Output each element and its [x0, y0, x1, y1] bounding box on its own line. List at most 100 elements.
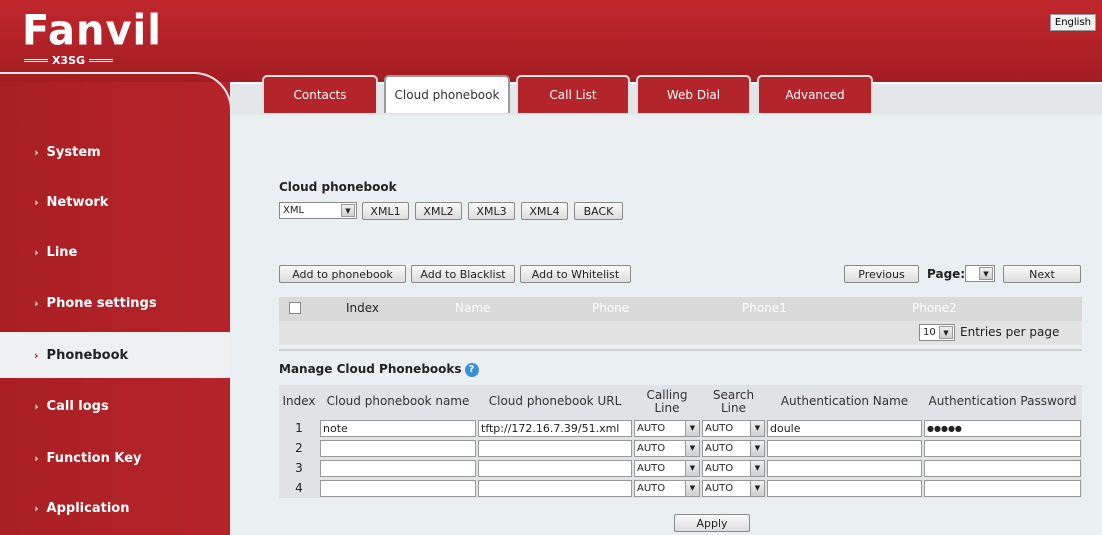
chevron-right-icon: › — [34, 501, 39, 515]
chevron-down-icon: ▼ — [750, 440, 764, 456]
table-row: 4 AUTO ▼ AUTO ▼ — [279, 478, 1082, 498]
sidebar-item-line[interactable]: › Line — [0, 230, 230, 274]
sidebar-item-system[interactable]: › System — [0, 130, 230, 174]
phonebook-name-field[interactable] — [320, 439, 476, 457]
calling-line-select[interactable]: AUTO ▼ — [634, 459, 700, 477]
chevron-down-icon: ▼ — [939, 326, 953, 339]
search-line-select[interactable]: AUTO ▼ — [702, 419, 765, 437]
phonebook-name-field[interactable] — [320, 459, 476, 477]
tab-cloud-phonebook[interactable]: Cloud phonebook — [384, 75, 510, 113]
row-index: 3 — [279, 458, 319, 478]
chevron-right-icon: › — [34, 451, 39, 465]
auth-password-field[interactable] — [924, 479, 1081, 497]
chevron-right-icon: › — [34, 195, 39, 209]
chevron-right-icon: › — [34, 145, 39, 159]
xml2-button[interactable]: XML2 — [415, 202, 462, 220]
table-row: 3 AUTO ▼ AUTO ▼ — [279, 458, 1082, 478]
xml3-button[interactable]: XML3 — [468, 202, 515, 220]
chevron-down-icon: ▼ — [685, 440, 699, 456]
back-button[interactable]: BACK — [574, 202, 623, 220]
table-row: 2 AUTO ▼ AUTO ▼ — [279, 438, 1082, 458]
tab-bar: Contacts Cloud phonebook Call List Web D… — [262, 75, 873, 113]
auth-password-field[interactable] — [924, 439, 1081, 457]
calling-line-select[interactable]: AUTO ▼ — [634, 439, 700, 457]
chevron-right-icon: › — [34, 296, 39, 310]
help-icon[interactable]: ? — [464, 362, 479, 377]
chevron-right-icon: › — [34, 399, 39, 413]
sidebar-item-phone-settings[interactable]: › Phone settings — [0, 281, 230, 325]
language-button[interactable]: English — [1049, 14, 1096, 31]
next-button[interactable]: Next — [1003, 265, 1081, 283]
search-line-select[interactable]: AUTO ▼ — [702, 459, 765, 477]
sidebar-item-phonebook[interactable]: › Phonebook — [0, 332, 232, 378]
phonebook-url-field[interactable]: tftp://172.16.7.39/51.xml — [478, 419, 632, 437]
page-select[interactable]: ▼ — [965, 265, 995, 282]
header-calling-line: Calling Line — [633, 385, 701, 418]
section-title-manage-cloud-phonebooks: Manage Cloud Phonebooks? — [279, 362, 479, 377]
add-to-whitelist-button[interactable]: Add to Whitelist — [520, 265, 631, 283]
results-grid-footer: 10 ▼ Entries per page — [279, 321, 1082, 345]
header-search-line: Search Line — [701, 385, 766, 418]
header-auth-password: Authentication Password — [923, 385, 1082, 418]
chevron-down-icon: ▼ — [750, 420, 764, 436]
row-index: 4 — [279, 478, 319, 498]
auth-name-field[interactable]: doule — [767, 419, 922, 437]
phonebook-url-field[interactable] — [478, 459, 632, 477]
search-line-select[interactable]: AUTO ▼ — [702, 479, 765, 497]
tab-call-list[interactable]: Call List — [516, 75, 630, 113]
table-row: 1 note tftp://172.16.7.39/51.xml AUTO ▼ A… — [279, 418, 1082, 438]
entries-per-page-label: Entries per page — [960, 325, 1060, 339]
auth-name-field[interactable] — [767, 439, 922, 457]
model-label: X3SG — [52, 54, 86, 67]
header-index: Index — [279, 385, 319, 418]
phonebook-url-field[interactable] — [478, 439, 632, 457]
calling-line-select[interactable]: AUTO ▼ — [634, 479, 700, 497]
chevron-down-icon: ▼ — [341, 204, 355, 217]
chevron-down-icon: ▼ — [979, 267, 993, 280]
header-auth-name: Authentication Name — [766, 385, 923, 418]
results-grid-header: Index Name Phone Phone1 Phone2 — [279, 297, 1082, 321]
column-phone1: Phone1 — [742, 301, 787, 315]
tab-web-dial[interactable]: Web Dial — [636, 75, 751, 113]
calling-line-select[interactable]: AUTO ▼ — [634, 419, 700, 437]
chevron-down-icon: ▼ — [685, 460, 699, 476]
select-all-checkbox[interactable] — [289, 302, 301, 314]
table-header-row: Index Cloud phonebook name Cloud phonebo… — [279, 385, 1082, 418]
column-phone2: Phone2 — [912, 301, 957, 315]
column-name: Name — [455, 301, 491, 315]
tab-advanced[interactable]: Advanced — [757, 75, 873, 113]
sidebar-item-application[interactable]: › Application — [0, 486, 230, 530]
logo-text: Fanvil — [22, 6, 162, 56]
auth-name-field[interactable] — [767, 479, 922, 497]
chevron-right-icon: › — [34, 348, 39, 362]
section-title-cloud-phonebook: Cloud phonebook — [279, 180, 397, 194]
sidebar-item-function-key[interactable]: › Function Key — [0, 436, 230, 480]
xml-select[interactable]: XML ▼ — [279, 202, 357, 219]
search-line-select[interactable]: AUTO ▼ — [702, 439, 765, 457]
chevron-right-icon: › — [34, 245, 39, 259]
sidebar-item-network[interactable]: › Network — [0, 180, 230, 224]
add-to-blacklist-button[interactable]: Add to Blacklist — [411, 265, 515, 283]
chevron-down-icon: ▼ — [750, 460, 764, 476]
entries-per-page-select[interactable]: 10 ▼ — [919, 324, 955, 341]
chevron-down-icon: ▼ — [685, 420, 699, 436]
phonebook-url-field[interactable] — [478, 479, 632, 497]
divider — [279, 349, 1082, 351]
chevron-down-icon: ▼ — [750, 480, 764, 496]
apply-button[interactable]: Apply — [674, 514, 750, 532]
auth-password-field[interactable] — [924, 459, 1081, 477]
xml4-button[interactable]: XML4 — [521, 202, 568, 220]
auth-password-field[interactable]: ●●●●● — [924, 419, 1081, 437]
header-name: Cloud phonebook name — [319, 385, 477, 418]
phonebook-name-field[interactable] — [320, 479, 476, 497]
sidebar-item-call-logs[interactable]: › Call logs — [0, 384, 230, 428]
tab-contacts[interactable]: Contacts — [262, 75, 378, 113]
phonebook-name-field[interactable]: note — [320, 419, 476, 437]
manage-phonebooks-table: Index Cloud phonebook name Cloud phonebo… — [279, 385, 1082, 498]
add-to-phonebook-button[interactable]: Add to phonebook — [279, 265, 406, 283]
row-index: 1 — [279, 418, 319, 438]
previous-button[interactable]: Previous — [844, 265, 919, 283]
xml1-button[interactable]: XML1 — [362, 202, 409, 220]
auth-name-field[interactable] — [767, 459, 922, 477]
header-url: Cloud phonebook URL — [477, 385, 633, 418]
